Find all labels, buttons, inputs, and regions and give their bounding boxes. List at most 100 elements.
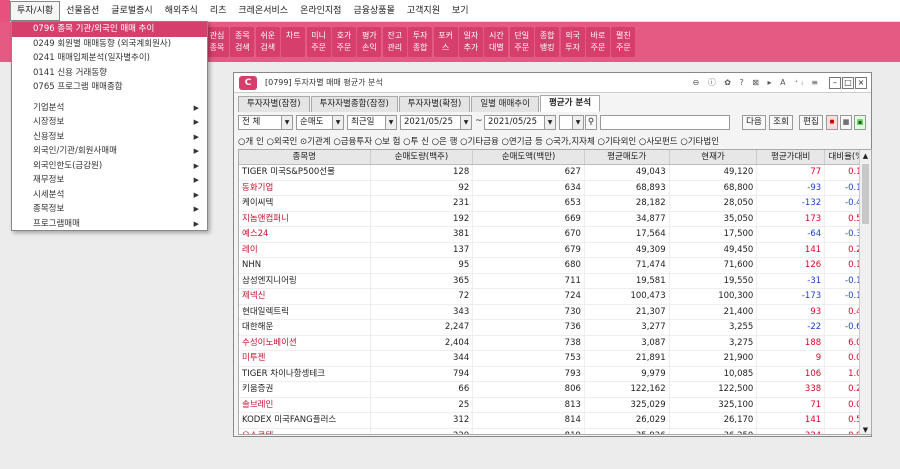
- menu-futures-options[interactable]: 선물옵션: [60, 0, 105, 22]
- toolbar-button-6[interactable]: 평가 손익: [357, 27, 382, 57]
- table-scrollbar[interactable]: ▲ ▼: [859, 150, 871, 434]
- toolbar-button-13[interactable]: 종합 뱅킹: [535, 27, 560, 57]
- toolbar-button-7[interactable]: 잔고 관리: [382, 27, 407, 57]
- col-avg-sell-price[interactable]: 평균매도가: [585, 150, 670, 164]
- date-from-input[interactable]: 2021/05/25 ▼: [400, 115, 472, 130]
- toolbar-button-15[interactable]: 바로 주문: [586, 27, 610, 57]
- toolbar-button-16[interactable]: 펼친 주문: [611, 27, 636, 57]
- col-net-sell-qty[interactable]: 순매도량(백주): [371, 150, 474, 164]
- toolbar-button-9[interactable]: 포커 스: [433, 27, 458, 57]
- toolbar-button-11[interactable]: 시간 대별: [484, 27, 509, 57]
- menu-global-market[interactable]: 글로벌증시: [105, 0, 158, 22]
- search-icon[interactable]: ⚲: [585, 115, 597, 130]
- chevron-down-icon[interactable]: ▼: [385, 116, 396, 129]
- app-menu-icon[interactable]: [0, 0, 10, 22]
- dropdown-submenu-item[interactable]: 시세분석 ▶: [12, 188, 207, 203]
- table-row[interactable]: 오스코텍22981935,92636,2503240.90: [239, 428, 871, 434]
- table-row[interactable]: 예스24 381 670 17,564 17,500 -64 -0.36: [239, 227, 871, 243]
- calendar-icon[interactable]: ▼: [544, 116, 555, 129]
- menu-online-branch[interactable]: 온라인지점: [294, 0, 347, 22]
- stock-name-input[interactable]: [600, 115, 730, 130]
- code-select[interactable]: ▼: [559, 115, 584, 130]
- col-stock-name[interactable]: 종목명: [239, 150, 371, 164]
- table-row[interactable]: 레이 137 679 49,309 49,450 141 0.29: [239, 242, 871, 258]
- table-row[interactable]: 대한해운 2,247 736 3,277 3,255 -22 -0.67: [239, 320, 871, 336]
- table-row[interactable]: TIGER 차이나항셍테크 794 793 9,979 10,085 106 1.06: [239, 366, 871, 382]
- dropdown-screen-item[interactable]: 0765 프로그램 매매종합: [12, 80, 207, 95]
- edit-button[interactable]: 편집: [799, 115, 823, 130]
- table-row[interactable]: 삼성엔지니어링 365 711 19,581 19,550 -31 -0.16: [239, 273, 871, 289]
- dropdown-screen-item[interactable]: 0241 매매입체분석(일자별추이): [12, 51, 207, 66]
- menu-view[interactable]: 보기: [446, 0, 475, 22]
- table-row[interactable]: 케이씨텍 231 653 28,182 28,050 -132 -0.47: [239, 196, 871, 212]
- col-current-price[interactable]: 현재가: [670, 150, 758, 164]
- side-select[interactable]: 순매도 ▼: [296, 115, 344, 130]
- col-vs-avg[interactable]: 평균가대비: [757, 150, 826, 164]
- period-select[interactable]: 최근일 ▼: [347, 115, 397, 130]
- toolbar-button-0[interactable]: 관심 종목: [205, 27, 229, 57]
- menu-creon-service[interactable]: 크레온서비스: [232, 0, 294, 22]
- dropdown-screen-item[interactable]: 0249 회원별 매매동향 (외국계회원사): [12, 37, 207, 52]
- dropdown-submenu-item[interactable]: 외국인한도(금감원) ▶: [12, 159, 207, 174]
- date-to-input[interactable]: 2021/05/25 ▼: [484, 115, 556, 130]
- window-tool-icons[interactable]: ⊖ ⓘ ✿ ? ⊠ ▸ A ⁺ᵢ ≡: [692, 77, 821, 88]
- toolbar-button-5[interactable]: 호가 주문: [332, 27, 356, 57]
- calendar-icon[interactable]: ▼: [460, 116, 471, 129]
- table-row[interactable]: 현대일렉트릭 343 730 21,307 21,400 93 0.44: [239, 304, 871, 320]
- dropdown-submenu-item[interactable]: 종목정보 ▶: [12, 202, 207, 217]
- dropdown-submenu-item[interactable]: 신용정보 ▶: [12, 130, 207, 145]
- excel-red-icon[interactable]: ■: [826, 115, 838, 130]
- menu-reits[interactable]: 리츠: [204, 0, 233, 22]
- toolbar-button-2[interactable]: 쉬운 검색: [255, 27, 280, 57]
- toolbar-button-14[interactable]: 외국 투자: [560, 27, 585, 57]
- scroll-thumb[interactable]: [862, 164, 869, 224]
- chevron-down-icon[interactable]: ▼: [332, 116, 343, 129]
- table-row[interactable]: 미투젠 344 753 21,891 21,900 9 0.04: [239, 351, 871, 367]
- col-net-sell-amt[interactable]: 순매도액(백만): [473, 150, 585, 164]
- table-row[interactable]: KODEX 미국FANG플러스 312 814 26,029 26,170 141 0.54: [239, 413, 871, 429]
- scroll-up-icon[interactable]: ▲: [860, 150, 871, 162]
- table-row[interactable]: 수성이노베이션 2,404 738 3,087 3,275 188 6.09: [239, 335, 871, 351]
- toolbar-button-8[interactable]: 투자 종합: [408, 27, 433, 57]
- table-row[interactable]: 동화기업 92 634 68,893 68,800 -93 -0.13: [239, 180, 871, 196]
- dropdown-submenu-item[interactable]: 재무정보 ▶: [12, 173, 207, 188]
- tab-avg-price-analysis[interactable]: 평균가 분석: [539, 95, 601, 112]
- query-button[interactable]: 조회: [769, 115, 793, 130]
- menu-customer-support[interactable]: 고객지원: [401, 0, 446, 22]
- table-row[interactable]: 지놈앤컴퍼니 192 669 34,877 35,050 173 0.50: [239, 211, 871, 227]
- table-row[interactable]: NHN 95 680 71,474 71,600 126 0.18: [239, 258, 871, 274]
- chevron-down-icon[interactable]: ▼: [572, 116, 583, 129]
- tab-daily-trend[interactable]: 일별 매매추이: [471, 96, 539, 112]
- dropdown-submenu-item[interactable]: 외국인/기관/회원사매매 ▶: [12, 144, 207, 159]
- maximize-icon[interactable]: □: [842, 77, 854, 89]
- table-row[interactable]: TIGER 미국S&P500선물 128 627 49,043 49,120 77 0.16: [239, 165, 871, 181]
- toolbar-button-12[interactable]: 단일 주문: [509, 27, 534, 57]
- dropdown-submenu-item[interactable]: 기업분석 ▶: [12, 101, 207, 116]
- toolbar-button-10[interactable]: 일자 추가: [459, 27, 483, 57]
- minimize-icon[interactable]: –: [829, 77, 841, 89]
- scroll-down-icon[interactable]: ▼: [860, 424, 871, 434]
- dropdown-submenu-item[interactable]: 프로그램매매 ▶: [12, 217, 207, 232]
- chevron-down-icon[interactable]: ▼: [281, 116, 292, 129]
- table-row[interactable]: 솔브레인 25 813 325,029 325,100 71 0.02: [239, 397, 871, 413]
- toolbar-button-1[interactable]: 종목 검색: [230, 27, 255, 57]
- dropdown-screen-item[interactable]: 0141 신용 거래동향: [12, 66, 207, 81]
- menu-overseas-stock[interactable]: 해외주식: [159, 0, 204, 22]
- table-row[interactable]: 제넥신 72 724 100,473 100,300 -173 -0.17: [239, 289, 871, 305]
- close-icon[interactable]: ×: [855, 77, 867, 89]
- export-icon[interactable]: ▣: [854, 115, 866, 130]
- menu-financial-products[interactable]: 금융상품몰: [347, 0, 400, 22]
- next-button[interactable]: 다음: [742, 115, 766, 130]
- dropdown-screen-item[interactable]: 0796 종목 기관/외국인 매매 추이: [12, 22, 207, 37]
- table-row[interactable]: 키움증권 66 806 122,162 122,500 338 0.28: [239, 382, 871, 398]
- toolbar-button-3[interactable]: 차트: [281, 27, 306, 57]
- toolbar-button-4[interactable]: 미니 주문: [306, 27, 331, 57]
- table-icon[interactable]: ▦: [840, 115, 852, 130]
- tab-investor-provisional[interactable]: 투자자별(잠정): [238, 96, 310, 112]
- market-select[interactable]: 전 체 ▼: [238, 115, 293, 130]
- dropdown-submenu-item[interactable]: 시장정보 ▶: [12, 115, 207, 130]
- menu-invest-market[interactable]: 투자/시황: [10, 0, 61, 21]
- tab-investor-summary-provisional[interactable]: 투자자별종합(잠정): [310, 96, 398, 112]
- investor-type-radios[interactable]: ○개 인 ○외국인 ⊙기관계 ○금융투자 ○보 험 ○투 신 ○은 행 ○기타금…: [234, 134, 871, 150]
- tab-investor-confirmed[interactable]: 투자자별(확정): [398, 96, 471, 112]
